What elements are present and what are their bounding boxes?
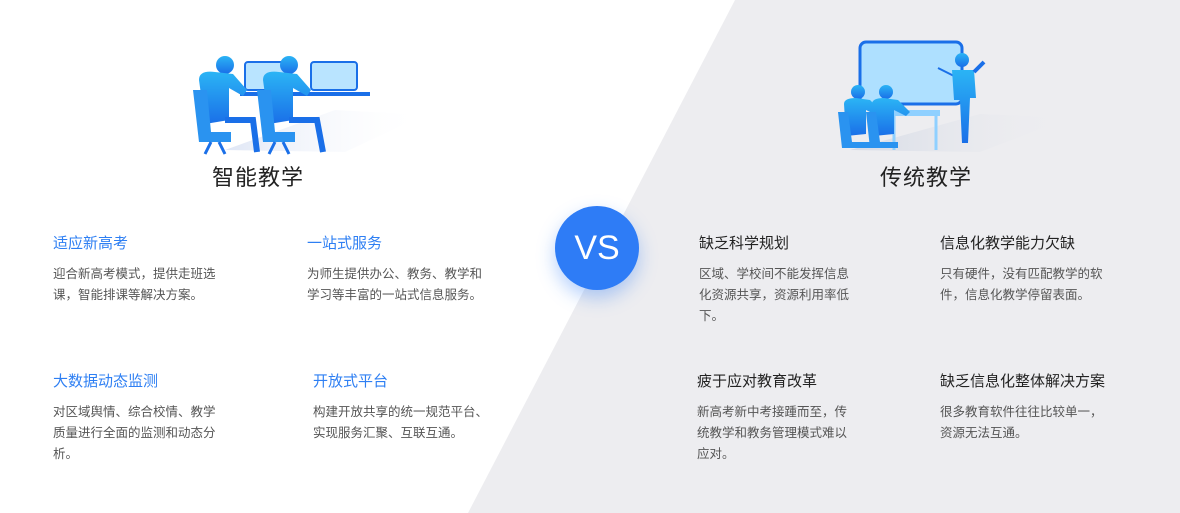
feature-desc: 迎合新高考模式，提供走班选 课，智能排课等解决方案。 bbox=[53, 263, 253, 305]
feature-one-stop-service: 一站式服务 为师生提供办公、教务、教学和 学习等丰富的一站式信息服务。 bbox=[307, 233, 517, 305]
desc-line: 课，智能排课等解决方案。 bbox=[53, 287, 204, 302]
feature-lack-planning: 缺乏科学规划 区域、学校间不能发挥信息 化资源共享，资源利用率低 下。 bbox=[699, 233, 889, 326]
right-panel-title: 传统教学 bbox=[879, 166, 972, 191]
feature-title: 适应新高考 bbox=[53, 234, 129, 252]
desc-line: 对区域舆情、综合校情、教学 bbox=[53, 404, 216, 419]
students-at-computers-illustration bbox=[193, 56, 425, 155]
desc-line: 化资源共享，资源利用率低 bbox=[699, 287, 850, 302]
desc-line: 应对。 bbox=[697, 446, 735, 461]
feature-title: 缺乏科学规划 bbox=[699, 234, 790, 252]
feature-open-platform: 开放式平台 构建开放共享的统一规范平台、 实现服务汇聚、互联互通。 bbox=[313, 371, 523, 443]
desc-line: 学习等丰富的一站式信息服务。 bbox=[307, 287, 483, 302]
desc-line: 质量进行全面的监测和动态分 bbox=[53, 425, 216, 440]
feature-adapt-gaokao: 适应新高考 迎合新高考模式，提供走班选 课，智能排课等解决方案。 bbox=[53, 233, 253, 305]
desc-line: 件，信息化教学停留表面。 bbox=[940, 287, 1091, 302]
feature-desc: 只有硬件，没有匹配教学的软 件，信息化教学停留表面。 bbox=[940, 263, 1140, 305]
feature-lack-it-capability: 信息化教学能力欠缺 只有硬件，没有匹配教学的软 件，信息化教学停留表面。 bbox=[940, 233, 1140, 305]
feature-reform-pressure: 疲于应对教育改革 新高考新中考接踵而至，传 统教学和教务管理模式难以 应对。 bbox=[697, 371, 887, 464]
feature-big-data-monitoring: 大数据动态监测 对区域舆情、综合校情、教学 质量进行全面的监测和动态分 析。 bbox=[53, 371, 253, 464]
feature-title: 疲于应对教育改革 bbox=[697, 372, 818, 390]
feature-desc: 区域、学校间不能发挥信息 化资源共享，资源利用率低 下。 bbox=[699, 263, 889, 326]
feature-title: 缺乏信息化整体解决方案 bbox=[940, 372, 1106, 390]
feature-desc: 很多教育软件往往比较单一， 资源无法互通。 bbox=[940, 401, 1150, 443]
feature-title: 大数据动态监测 bbox=[53, 372, 159, 390]
feature-desc: 新高考新中考接踵而至，传 统教学和教务管理模式难以 应对。 bbox=[697, 401, 887, 464]
desc-line: 新高考新中考接踵而至，传 bbox=[697, 404, 848, 419]
feature-title: 开放式平台 bbox=[313, 372, 389, 390]
vs-badge: VS bbox=[555, 206, 639, 290]
desc-line: 统教学和教务管理模式难以 bbox=[697, 425, 848, 440]
desc-line: 迎合新高考模式，提供走班选 bbox=[53, 266, 216, 281]
desc-line: 很多教育软件往往比较单一， bbox=[940, 404, 1103, 419]
feature-lack-integrated-solution: 缺乏信息化整体解决方案 很多教育软件往往比较单一， 资源无法互通。 bbox=[940, 371, 1150, 443]
desc-line: 为师生提供办公、教务、教学和 bbox=[307, 266, 483, 281]
feature-desc: 构建开放共享的统一规范平台、 实现服务汇聚、互联互通。 bbox=[313, 401, 523, 443]
desc-line: 构建开放共享的统一规范平台、 bbox=[313, 404, 489, 419]
feature-title: 信息化教学能力欠缺 bbox=[940, 234, 1076, 252]
desc-line: 区域、学校间不能发挥信息 bbox=[699, 266, 850, 281]
desc-line: 析。 bbox=[53, 446, 79, 461]
desc-line: 实现服务汇聚、互联互通。 bbox=[313, 425, 464, 440]
desc-line: 只有硬件，没有匹配教学的软 bbox=[940, 266, 1103, 281]
feature-title: 一站式服务 bbox=[307, 234, 383, 252]
left-panel-title: 智能教学 bbox=[211, 166, 304, 191]
feature-desc: 对区域舆情、综合校情、教学 质量进行全面的监测和动态分 析。 bbox=[53, 401, 253, 464]
desc-line: 资源无法互通。 bbox=[940, 425, 1028, 440]
desc-line: 下。 bbox=[699, 308, 725, 323]
feature-desc: 为师生提供办公、教务、教学和 学习等丰富的一站式信息服务。 bbox=[307, 263, 517, 305]
teacher-at-whiteboard-illustration bbox=[838, 40, 1070, 152]
